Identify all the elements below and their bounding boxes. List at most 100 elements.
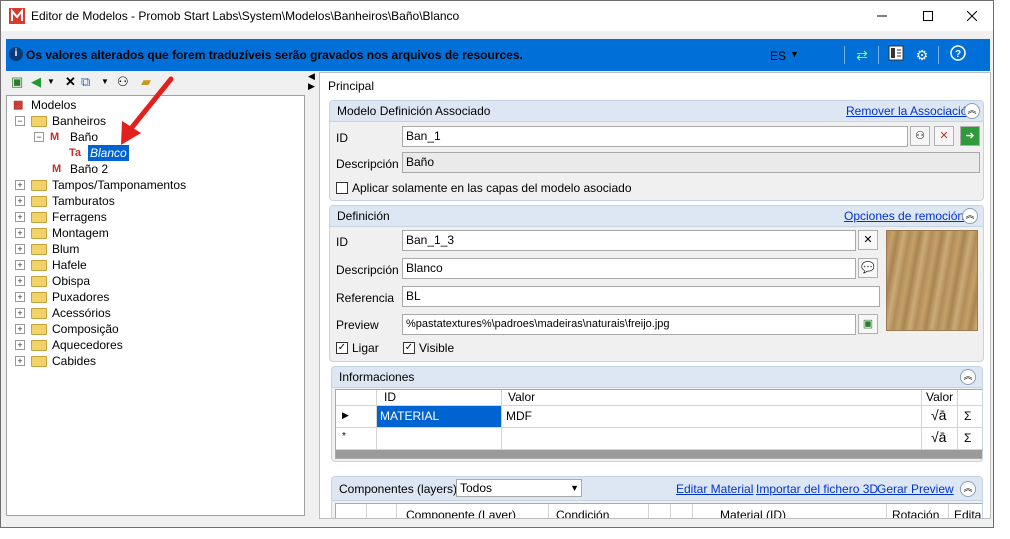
model-tree: ▩ Modelos − Banheiros − M Baño Ta Blanco… [6,95,305,516]
tab-principal[interactable]: Principal [328,79,374,93]
tree-node-label: Tamburatos [52,194,115,208]
binoculars-icon[interactable]: ⚇ [910,126,930,146]
language-selector[interactable]: ES [770,49,786,63]
column-header-condition: Condición [556,508,610,519]
translate-speech-icon[interactable]: 💬 [858,258,878,278]
expand-icon[interactable]: + [15,212,25,222]
information-group: Informaciones ︽ ID Valor Valor ▶ MATERIA… [331,366,983,462]
edit-id-icon[interactable]: ✕ [858,230,878,250]
preview-path-field[interactable]: %pastatextures%\padroes\madeiras\naturai… [402,314,856,335]
help-icon[interactable]: ? [948,45,968,65]
group-title: Modelo Definición Associado [337,104,491,118]
grid-line [957,390,958,450]
clear-association-icon[interactable]: ✕ [934,126,954,146]
folder-icon [31,212,47,223]
components-filter-select[interactable]: Todos ▼ [456,479,582,497]
grid-line [396,504,397,518]
folder-icon [31,340,47,351]
maximize-icon [923,11,933,21]
collapse-up-icon[interactable]: ︽ [960,369,976,385]
folder-icon [31,356,47,367]
grid-line [501,390,502,450]
layout-icon[interactable] [886,45,906,65]
cell-material-id[interactable]: MATERIAL [377,406,501,427]
grid-line [336,427,982,428]
group-title: Componentes (layers) [339,482,458,496]
visible-checkbox[interactable]: ✓ [403,342,415,354]
expand-icon[interactable]: + [15,196,25,206]
models-root-icon: ▩ [13,99,24,111]
expand-icon[interactable]: + [15,308,25,318]
group-title: Informaciones [339,370,415,384]
image-picker-icon[interactable]: ▣ [858,314,878,334]
removal-options-link[interactable]: Opciones de remoción [844,209,964,223]
svg-text:?: ? [955,49,961,60]
folder-icon [31,228,47,239]
settings-gears-icon[interactable]: ⚙ [912,45,932,65]
tree-node-label: Tampos/Tamponamentos [52,178,187,192]
folder-icon [31,244,47,255]
ligar-label: Ligar [352,341,379,355]
refresh-icon[interactable]: ⇄ [852,45,872,65]
tree-node-label: Obispa [52,274,91,288]
folder-icon [31,324,47,335]
components-group: Componentes (layers) Todos ▼ Editar Mate… [331,476,983,519]
definition-description-field[interactable]: Blanco [402,258,856,279]
minimize-button[interactable] [859,1,905,31]
collapse-icon[interactable]: − [15,116,25,126]
folder-icon [31,308,47,319]
edit-material-link[interactable]: Editar Material [676,482,753,496]
expand-icon[interactable]: + [15,340,25,350]
column-header-value-formula: Valor [926,390,954,404]
group-header: Componentes (layers) Todos ▼ Editar Mate… [332,477,982,501]
folder-icon [31,292,47,303]
definition-reference-field[interactable]: BL [402,286,880,307]
sum-icon[interactable]: Σ [964,409,971,423]
current-row-icon: ▶ [342,410,349,420]
expand-icon[interactable]: + [15,356,25,366]
tree-node-label: Aquecedores [52,338,123,352]
definition-id-field[interactable]: Ban_1_3 [402,230,856,251]
collapse-up-icon[interactable]: ︽ [962,208,978,224]
id-label: ID [336,131,348,145]
apply-only-checkbox[interactable] [336,182,348,194]
remove-association-link[interactable]: Remover la Associación [846,104,974,118]
expand-icon[interactable]: + [15,276,25,286]
formula-sqrt-icon[interactable]: √ā [931,407,946,423]
cell-material-value[interactable]: MDF [506,409,532,423]
toolbar-separator [844,46,845,64]
associated-id-field[interactable]: Ban_1 [402,126,908,147]
new-model-icon[interactable]: ▣ [11,73,23,91]
sum-icon[interactable]: Σ [964,431,971,445]
formula-sqrt-icon[interactable]: √ā [931,429,946,445]
expand-icon[interactable]: + [15,180,25,190]
back-arrow-icon[interactable]: ◀ [31,73,41,91]
delete-icon[interactable]: ✕ [65,73,76,91]
ligar-checkbox[interactable]: ✓ [336,342,348,354]
collapse-up-icon[interactable]: ︽ [964,103,980,119]
chevron-down-icon: ▼ [790,49,799,59]
expand-icon[interactable]: + [15,260,25,270]
close-button[interactable] [949,1,993,31]
splitter-right-icon[interactable]: ▶ [308,81,315,92]
texture-preview-image [886,230,978,331]
collapse-icon[interactable]: − [34,132,44,142]
new-row-icon: * [342,431,346,442]
copy-icon[interactable]: ⧉ [81,73,90,91]
maximize-button[interactable] [905,1,951,31]
toolbar-separator [938,46,939,64]
expand-icon[interactable]: + [15,228,25,238]
expand-icon[interactable]: + [15,244,25,254]
generate-preview-link[interactable]: Gerar Preview [877,482,954,496]
import-3d-link[interactable]: Importar del fichero 3D [756,482,878,496]
expand-icon[interactable]: + [15,324,25,334]
annotation-arrow-icon [121,76,174,145]
chevron-down-icon[interactable]: ▼ [47,73,55,91]
expand-icon[interactable]: + [15,292,25,302]
description-label: Descripción [336,263,399,277]
tree-node-label: Modelos [31,98,77,112]
collapse-up-icon[interactable]: ︽ [960,481,976,497]
group-title: Definición [337,209,390,223]
column-header-material: Material (ID) [720,508,787,519]
go-arrow-icon[interactable]: ➜ [960,126,980,146]
